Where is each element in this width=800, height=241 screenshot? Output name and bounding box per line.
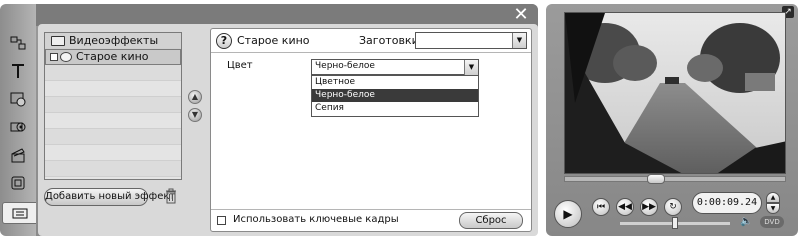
trash-icon[interactable] [164,187,178,205]
clapper-tool-icon[interactable] [6,144,30,166]
move-down-button[interactable]: ▼ [188,108,202,122]
color-option[interactable]: Цветное [312,76,478,89]
preview-player: ↗ ▶ ⏮ ◀◀ ▶▶ ↻ 0:00:09.24 ▲ ▼ 🔈 DVD [546,4,798,236]
effect-title: Старое кино [237,34,310,47]
dvd-badge: DVD [760,216,784,228]
video-editor-window: ✕ Видеоэффекты Старое кино ▲ ▼ Добавить … [0,0,800,241]
video-preview [564,12,786,174]
timecode-display[interactable]: 0:00:09.24 [692,192,762,214]
timecode-up-button[interactable]: ▲ [766,192,780,203]
video-frame-image [565,13,785,173]
close-icon[interactable]: ✕ [511,6,531,24]
timeline-scrubber[interactable] [564,174,786,184]
volume-slider-handle[interactable] [672,217,678,229]
tool-sidebar [0,4,36,236]
effects-panel: ✕ Видеоэффекты Старое кино ▲ ▼ Добавить … [36,4,538,236]
add-effect-button[interactable]: Добавить новый эффект [44,188,175,206]
color-dropdown-value: Черно-белое [315,61,375,71]
panel-body: Видеоэффекты Старое кино ▲ ▼ Добавить но… [38,24,538,236]
volume-slider[interactable] [620,217,730,229]
move-up-button[interactable]: ▲ [188,90,202,104]
loop-button[interactable]: ↻ [664,198,682,216]
rewind-button[interactable]: ◀◀ [616,198,634,216]
palette-icon [60,52,72,62]
help-icon[interactable]: ? [216,33,232,49]
color-option[interactable]: Сепия [312,102,478,115]
folder-icon [51,35,65,46]
audio-tool-icon[interactable] [6,116,30,138]
settings-footer: Использовать ключевые кадры Сброс [211,209,531,232]
color-dropdown[interactable]: Черно-белое ▼ [311,59,479,75]
effects-list: Видеоэффекты Старое кино [44,32,182,180]
menu-tool-icon[interactable] [6,88,30,110]
chevron-down-icon[interactable]: ▼ [464,60,478,75]
reset-button[interactable]: Сброс [459,212,523,229]
effect-item-label: Старое кино [76,50,149,63]
effects-category-label: Видеоэффекты [69,33,159,47]
effect-item-old-film[interactable]: Старое кино [45,49,181,65]
go-to-start-button[interactable]: ⏮ [592,198,610,216]
presets-dropdown[interactable]: ▼ [415,32,527,49]
keyframes-label: Использовать ключевые кадры [233,214,399,225]
list-item [45,65,181,81]
effects-category-row[interactable]: Видеоэффекты [45,33,181,49]
keyframes-checkbox[interactable] [217,216,226,225]
presets-label: Заготовки: [359,34,423,47]
transitions-tool-icon[interactable] [6,32,30,54]
color-option-selected[interactable]: Черно-белое [312,89,478,102]
effect-settings: ? Старое кино Заготовки: ▼ Цвет Черно-бе… [210,28,532,232]
list-item [45,129,181,145]
timecode-down-button[interactable]: ▼ [766,203,780,214]
chevron-down-icon[interactable]: ▼ [512,33,526,48]
speaker-icon[interactable]: 🔈 [740,216,752,228]
list-item [45,145,181,161]
settings-header: ? Старое кино Заготовки: ▼ [211,29,531,53]
panel-titlebar [36,4,538,26]
list-item [45,113,181,129]
effect-item-icons [50,52,72,62]
list-item [45,81,181,97]
frame-tool-icon[interactable] [6,172,30,194]
video-effects-tool-icon[interactable] [2,202,36,224]
scrubber-handle[interactable] [647,174,665,184]
list-item [45,97,181,113]
play-button[interactable]: ▶ [554,200,582,228]
fast-forward-button[interactable]: ▶▶ [640,198,658,216]
title-tool-icon[interactable] [6,60,30,82]
list-item [45,161,181,177]
color-label: Цвет [227,60,253,71]
expand-box-icon [50,53,58,61]
color-options-list: Цветное Черно-белое Сепия [311,75,479,117]
